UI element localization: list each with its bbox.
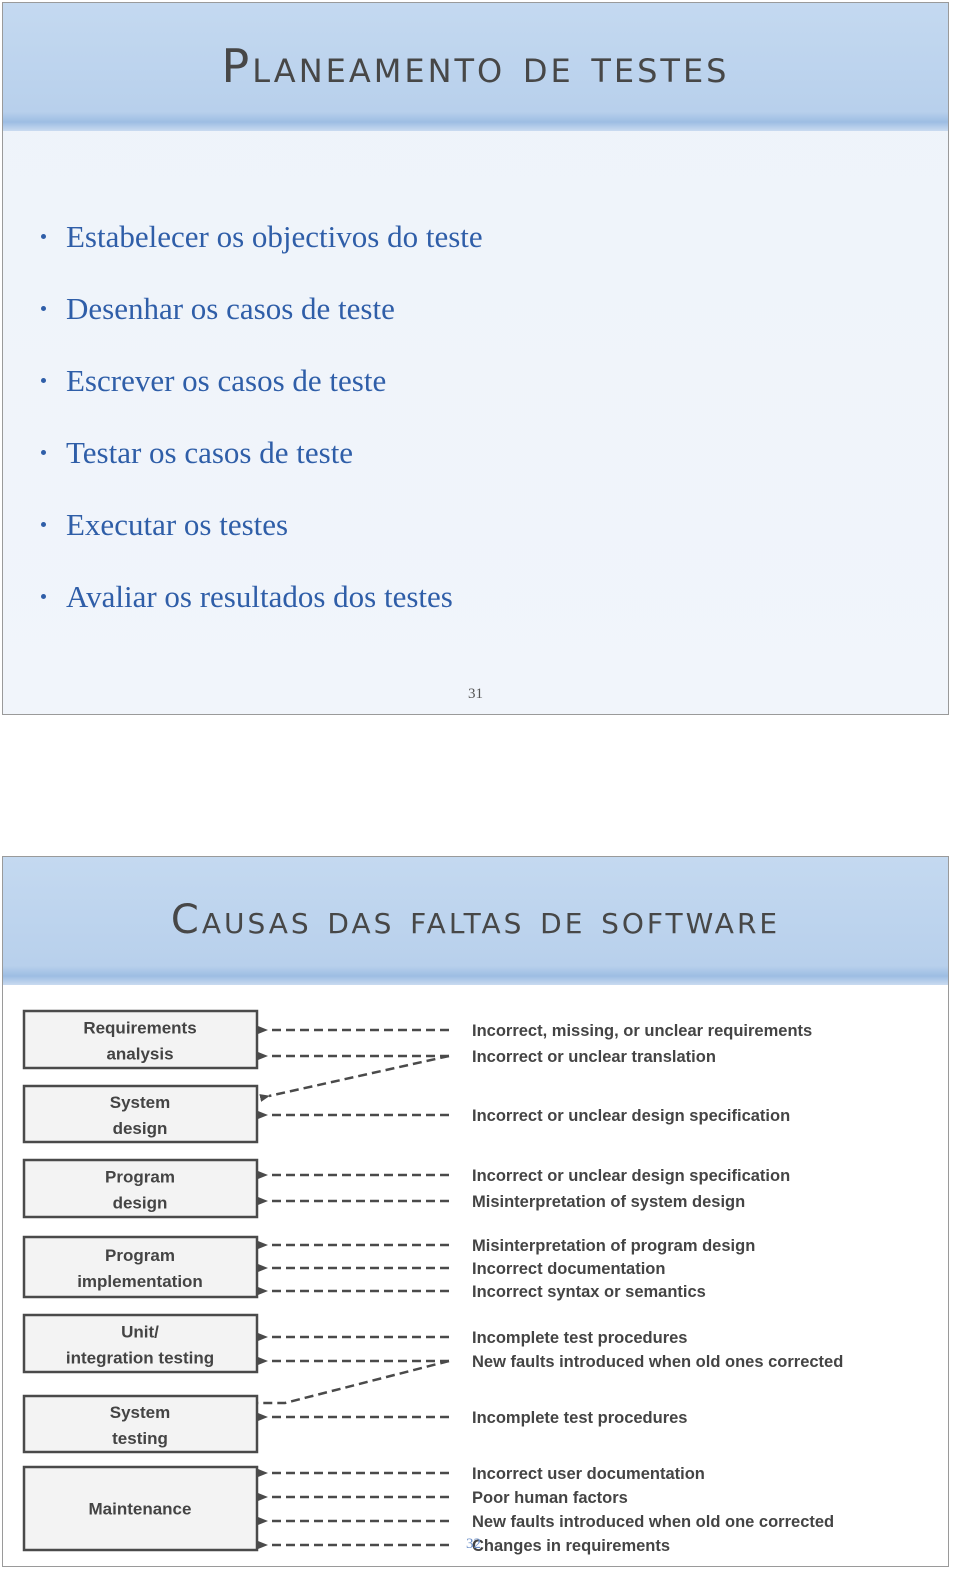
bullet-icon [41, 522, 46, 527]
fault-cause: Poor human factors [472, 1489, 628, 1507]
stage-label: Program [105, 1168, 175, 1187]
bullet-item: Testar os casos de teste [3, 429, 483, 501]
slide-31: Planeamento de testes Estabelecer os obj… [2, 2, 949, 715]
stage-label: Maintenance [89, 1500, 192, 1519]
stage-label: Unit/ [121, 1323, 159, 1342]
bullet-text: Desenhar os casos de teste [66, 291, 395, 326]
bullet-item: Escrever os casos de teste [3, 357, 483, 429]
fault-cause: Misinterpretation of system design [472, 1193, 745, 1211]
fault-cause: Incorrect documentation [472, 1260, 665, 1278]
bullet-text: Avaliar os resultados dos testes [66, 579, 453, 614]
fault-cause: Incomplete test procedures [472, 1329, 687, 1347]
fault-cause: Incomplete test procedures [472, 1409, 687, 1427]
bullet-text: Executar os testes [66, 507, 289, 542]
fault-cause: New faults introduced when old one corre… [472, 1513, 834, 1531]
bullet-item: Avaliar os resultados dos testes [3, 573, 483, 645]
fault-cause: Incorrect, missing, or unclear requireme… [472, 1022, 812, 1040]
bullet-icon [41, 450, 46, 455]
fault-causes-diagram: Requirements analysis System design Program d… [22, 1009, 843, 1555]
stage-label: Program [105, 1246, 175, 1265]
fault-cause: Misinterpretation of program design [472, 1237, 755, 1255]
bullet-item: Estabelecer os objectivos do teste [3, 213, 483, 285]
stage-label: Requirements [83, 1019, 196, 1038]
stage-label: design [113, 1194, 168, 1213]
bullet-list: Estabelecer os objectivos do teste Desen… [3, 213, 483, 645]
bullet-text: Escrever os casos de teste [66, 363, 387, 398]
page-number: 32 [466, 1536, 481, 1552]
fault-cause: Incorrect or unclear design specificatio… [472, 1107, 790, 1125]
fault-cause: New faults introduced when old ones corr… [472, 1353, 843, 1371]
stage-label: implementation [77, 1272, 203, 1291]
page-number: 31 [468, 686, 483, 702]
bullet-icon [41, 306, 46, 311]
bullet-icon [41, 594, 46, 599]
stage-label: design [113, 1119, 168, 1138]
stage-label: System [110, 1093, 170, 1112]
stage-label: testing [112, 1429, 168, 1448]
stage-label: analysis [106, 1045, 173, 1064]
bullet-item: Desenhar os casos de teste [3, 285, 483, 357]
stage-label: System [110, 1403, 170, 1422]
diagonal-connector [258, 1359, 450, 1405]
fault-cause: Incorrect or unclear translation [472, 1048, 716, 1066]
slide-32: Causas das faltas de software Requiremen… [2, 856, 949, 1567]
bullet-icon [41, 378, 46, 383]
bullet-icon [41, 234, 46, 239]
fault-cause: Incorrect user documentation [472, 1465, 705, 1483]
stage-label: integration testing [66, 1349, 214, 1368]
slide-title: Planeamento de testes [221, 39, 730, 93]
bullet-text: Estabelecer os objectivos do teste [66, 219, 483, 254]
fault-cause: Incorrect or unclear design specificatio… [472, 1167, 790, 1185]
bullet-item: Executar os testes [3, 501, 483, 573]
diagonal-arrow [259, 1054, 450, 1102]
fault-cause: Incorrect syntax or semantics [472, 1283, 706, 1301]
bullet-text: Testar os casos de teste [66, 435, 354, 470]
